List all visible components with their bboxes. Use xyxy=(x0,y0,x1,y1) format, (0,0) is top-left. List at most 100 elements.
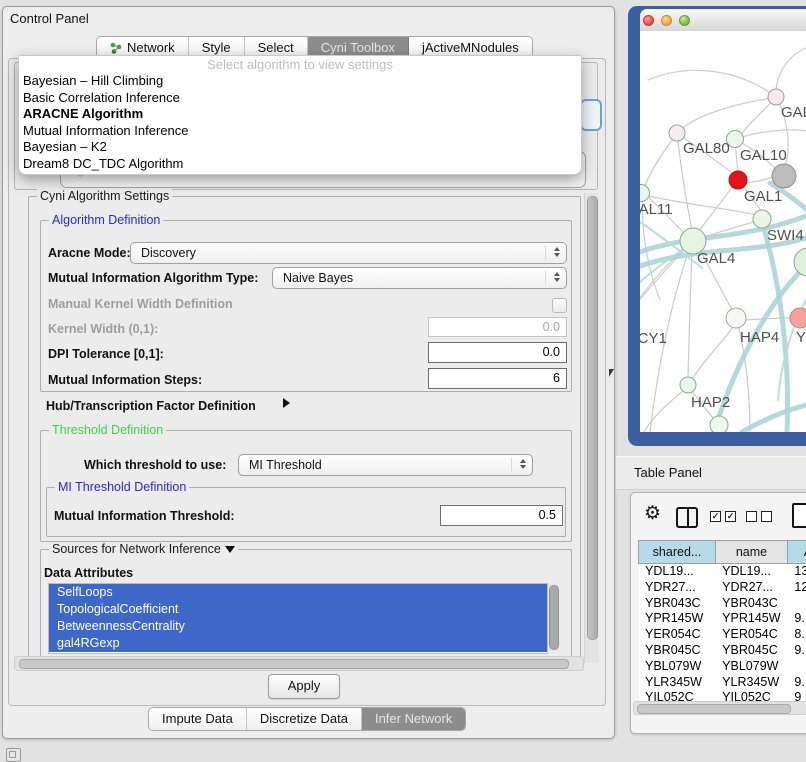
attributes-scrollbar[interactable] xyxy=(548,584,559,651)
node-gal80[interactable] xyxy=(669,125,685,141)
network-edge xyxy=(677,97,776,133)
aracne-mode-value: Discovery xyxy=(141,246,196,260)
focused-combo-fragment[interactable] xyxy=(580,99,602,131)
node-label-gal1: GAL1 xyxy=(744,188,782,205)
node-right-node[interactable] xyxy=(794,248,806,276)
minimize-traffic-light-icon[interactable] xyxy=(661,15,672,26)
scrollbar-thumb[interactable] xyxy=(587,196,598,640)
table-cell: YBR043C xyxy=(639,596,716,612)
tab-impute-data[interactable]: Impute Data xyxy=(149,708,247,730)
manual-kernel-checkbox[interactable] xyxy=(552,298,567,313)
tab-discretize-data[interactable]: Discretize Data xyxy=(247,708,362,730)
group-title: Algorithm Definition xyxy=(49,213,163,227)
select-all-icon[interactable]: ✓✓ xyxy=(710,511,736,522)
stepper-arrows-icon xyxy=(554,247,560,257)
table-cell xyxy=(788,659,806,675)
attribute-item-selfloops[interactable]: SelfLoops xyxy=(49,584,547,601)
node-bottom-node[interactable] xyxy=(710,416,728,432)
close-traffic-light-icon[interactable] xyxy=(643,15,654,26)
node-label-gal11: GAL11 xyxy=(640,201,673,218)
settings-vertical-scrollbar[interactable] xyxy=(584,193,599,663)
attribute-item-topologicalcoefficient[interactable]: TopologicalCoefficient xyxy=(49,601,547,618)
dropdown-item-basic-correlation-inference[interactable]: Basic Correlation Inference xyxy=(19,90,581,107)
node-gal1[interactable] xyxy=(729,171,747,189)
collapse-arrow-icon[interactable] xyxy=(225,546,235,553)
algorithm-dropdown-placeholder: Select algorithm to view settings xyxy=(19,56,581,73)
aracne-mode-combo[interactable]: Discovery xyxy=(130,242,567,264)
table-cell xyxy=(788,596,806,612)
table-cell: 13 xyxy=(788,564,806,580)
network-canvas[interactable]: GALGAL80GAL10GAL1GAL11SWI4GAL4GCY1HAP4YH… xyxy=(640,31,806,432)
column-header-shared[interactable]: shared... xyxy=(638,540,716,564)
mi-type-label: Mutual Information Algorithm Type: xyxy=(48,271,258,285)
table-cell: YBR045C xyxy=(639,643,716,659)
node-label-y-node: Y xyxy=(796,329,806,346)
page-icon[interactable] xyxy=(792,503,806,528)
settings-horizontal-scrollbar[interactable] xyxy=(14,656,584,671)
node-hap2[interactable] xyxy=(680,377,696,393)
kernel-width-field[interactable]: 0.0 xyxy=(428,317,567,337)
column-header-name[interactable]: name xyxy=(715,540,788,564)
mi-steps-field[interactable]: 6 xyxy=(428,368,567,389)
dropdown-item-dream8-dc-tdc-algorithm[interactable]: Dream8 DC_TDC Algorithm xyxy=(19,156,581,173)
node-gray-node[interactable] xyxy=(772,164,796,188)
table-horizontal-scrollbar[interactable] xyxy=(633,701,806,715)
collapsed-panel-icon[interactable] xyxy=(6,748,21,762)
node-label-gal4: GAL4 xyxy=(697,250,735,267)
table-cell: 9. xyxy=(788,675,806,691)
table-row[interactable]: YLR345WYLR345W9. xyxy=(639,675,806,691)
node-label-swi4: SWI4 xyxy=(767,227,804,244)
gear-icon[interactable]: ⚙ xyxy=(644,503,661,525)
table-row[interactable]: YPR145WYPR145W9. xyxy=(639,611,806,627)
scrollbar-thumb[interactable] xyxy=(637,704,791,714)
node-label-gal10: GAL10 xyxy=(740,147,787,164)
dpi-tolerance-field[interactable]: 0.0 xyxy=(428,342,567,363)
table-row[interactable]: YER054CYER054C8. xyxy=(639,627,806,643)
table-row[interactable]: YIL052CYIL052C9 xyxy=(639,690,806,701)
apply-button[interactable]: Apply xyxy=(268,674,340,699)
table-cell: 12 xyxy=(788,580,806,596)
table-cell: YBR045C xyxy=(716,643,788,659)
table-cell: YDR27... xyxy=(639,580,716,596)
attribute-item-betweennesscentrality[interactable]: BetweennessCentrality xyxy=(49,618,547,635)
mi-type-combo[interactable]: Naive Bayes xyxy=(272,267,567,289)
expand-arrow-icon[interactable] xyxy=(283,398,290,408)
which-threshold-combo[interactable]: MI Threshold xyxy=(238,454,533,476)
dropdown-item-mutual-information-inference[interactable]: Mutual Information Inference xyxy=(19,123,581,140)
node-y-node[interactable] xyxy=(790,308,806,328)
scrollbar-thumb[interactable] xyxy=(549,585,559,650)
table-cell: 8. xyxy=(788,627,806,643)
table-cell: YLR345W xyxy=(716,675,788,691)
tab-label: Infer Network xyxy=(375,708,452,730)
table-row[interactable]: YDL19...YDL19...13 xyxy=(639,564,806,580)
column-header-a[interactable]: A xyxy=(787,540,806,564)
scrollbar-thumb[interactable] xyxy=(19,659,569,669)
table-cell: YBR043C xyxy=(716,596,788,612)
dpi-tolerance-label: DPI Tolerance [0,1]: xyxy=(48,347,164,361)
node-hap4[interactable] xyxy=(726,308,746,328)
hub-definition-toggle[interactable]: Hub/Transcription Factor Definition xyxy=(46,399,256,413)
dropdown-item-bayesian-hill-climbing[interactable]: Bayesian – Hill Climbing xyxy=(19,73,581,90)
mi-threshold-field[interactable]: 0.5 xyxy=(440,505,563,526)
zoom-traffic-light-icon[interactable] xyxy=(679,15,690,26)
table-row[interactable]: YBR045CYBR045C9. xyxy=(639,643,806,659)
mi-steps-label: Mutual Information Steps: xyxy=(48,373,202,387)
network-edge xyxy=(735,130,806,139)
node-swi4[interactable] xyxy=(753,210,771,228)
dropdown-item-aracne-algorithm[interactable]: ARACNE Algorithm xyxy=(19,106,581,123)
table-row[interactable]: YBR043CYBR043C xyxy=(639,596,806,612)
deselect-all-icon[interactable] xyxy=(746,511,772,522)
table-row[interactable]: YDR27...YDR27...12 xyxy=(639,580,806,596)
dropdown-item-bayesian-k2[interactable]: Bayesian – K2 xyxy=(19,139,581,156)
node-gal11[interactable] xyxy=(640,185,650,202)
attribute-item-gal4rgexp[interactable]: gal4RGexp xyxy=(49,635,547,652)
node-gal2[interactable] xyxy=(768,89,784,105)
kernel-width-label: Kernel Width (0,1): xyxy=(48,322,158,336)
mi-threshold-label: Mutual Information Threshold: xyxy=(54,509,235,523)
table-row[interactable]: YBL079WYBL079W xyxy=(639,659,806,675)
group-title: Sources for Network Inference xyxy=(49,542,238,556)
split-view-icon[interactable] xyxy=(676,507,698,528)
network-edge xyxy=(742,405,806,432)
table-cell: YDR27... xyxy=(716,580,788,596)
tab-infer-network[interactable]: Infer Network xyxy=(362,708,465,730)
